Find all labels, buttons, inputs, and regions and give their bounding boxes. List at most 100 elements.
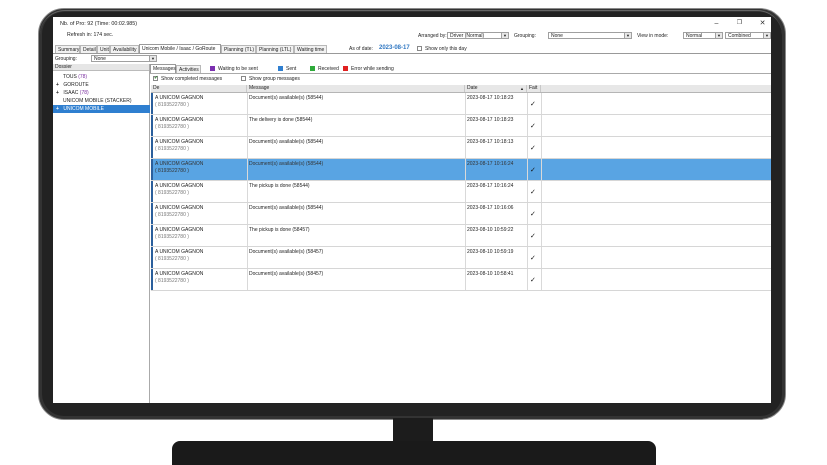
tab-detail[interactable]: Detail xyxy=(80,45,97,53)
table-row[interactable]: A UNICOM GAGNON( 8193522780 ) Document(s)… xyxy=(151,269,771,291)
combined-select[interactable]: Combined ▼ xyxy=(725,32,771,39)
show-only-day-checkbox[interactable] xyxy=(417,46,422,51)
column-divider xyxy=(541,115,542,136)
close-icon[interactable]: ✕ xyxy=(758,19,767,28)
left-grouping-select[interactable]: None ▼ xyxy=(91,55,157,62)
refresh-countdown: Refresh in: 174 sec. xyxy=(67,32,114,38)
column-divider xyxy=(527,93,528,114)
column-divider xyxy=(541,225,542,246)
sender-name: A UNICOM GAGNON xyxy=(155,205,204,211)
column-divider xyxy=(541,247,542,268)
tab-waiting-time[interactable]: Waiting time xyxy=(294,45,327,53)
legend-label: Sent xyxy=(286,66,297,72)
view-mode-select[interactable]: Normal ▼ xyxy=(683,32,723,39)
cell-message: The pickup is done (58544) xyxy=(249,183,310,189)
table-row[interactable]: A UNICOM GAGNON( 8193522780 ) Document(s)… xyxy=(151,137,771,159)
tree-item-count: (78) xyxy=(79,90,89,96)
checkmark-icon: ✓ xyxy=(530,211,536,218)
show-completed-checkbox[interactable] xyxy=(153,75,158,81)
checkmark-icon: ✓ xyxy=(530,101,536,108)
table-row[interactable]: A UNICOM GAGNON( 8193522780 ) The deliver… xyxy=(151,115,771,137)
legend-sent: Sent xyxy=(278,66,296,72)
grouping-select[interactable]: None ▼ xyxy=(548,32,632,39)
expand-icon[interactable]: + xyxy=(56,105,62,113)
cell-message: Document(s) available(s) (58457) xyxy=(249,249,324,255)
dossier-tree: Dossier TOUS (78) + GOROUTE + ISAAC (78)… xyxy=(53,64,152,403)
column-divider xyxy=(527,137,528,158)
column-divider xyxy=(541,137,542,158)
chevron-down-icon: ▼ xyxy=(624,33,631,38)
sort-asc-icon: ▲ xyxy=(520,86,524,91)
tree-item-unicom-mobile[interactable]: + UNICOM MOBILE xyxy=(53,105,152,113)
tab-availability[interactable]: Availability xyxy=(110,45,139,53)
chevron-down-icon: ▼ xyxy=(715,33,722,38)
checkmark-icon: ✓ xyxy=(530,123,536,130)
legend-error: Error while sending xyxy=(343,66,394,72)
column-divider xyxy=(527,115,528,136)
toolbar: Refresh in: 174 sec. Arranged by: Driver… xyxy=(53,30,771,40)
tab-planning-ltl[interactable]: Planning (LTL) xyxy=(256,45,294,53)
tab-planning-tl[interactable]: Planning (TL) xyxy=(221,45,256,53)
table-row[interactable]: A UNICOM GAGNON( 8193522780 ) The pickup … xyxy=(151,181,771,203)
cell-message: Document(s) available(s) (58544) xyxy=(249,205,324,211)
column-divider xyxy=(527,181,528,202)
chevron-down-icon: ▼ xyxy=(763,33,770,38)
checkmark-icon: ✓ xyxy=(530,277,536,284)
grouping-value: None xyxy=(551,33,563,39)
table-row[interactable]: A UNICOM GAGNON( 8193522780 ) Document(s)… xyxy=(151,203,771,225)
as-of-date[interactable]: 2023-08-17 xyxy=(379,45,410,51)
tab-activities[interactable]: Activities xyxy=(176,65,201,73)
expand-icon[interactable]: + xyxy=(56,81,62,89)
message-options: Show completed messages Show group messa… xyxy=(150,74,771,82)
column-divider xyxy=(541,269,542,290)
show-group-checkbox[interactable] xyxy=(241,76,246,81)
sender-phone: ( 8193522780 ) xyxy=(155,124,189,130)
arranged-by-value: Driver (Normal) xyxy=(450,33,485,39)
tab-summary[interactable]: Summary xyxy=(55,45,80,53)
column-divider xyxy=(541,203,542,224)
sender-phone: ( 8193522780 ) xyxy=(155,146,189,152)
legend-waiting: Waiting to be sent xyxy=(210,66,258,72)
tree-item-unicom-stacker[interactable]: UNICOM MOBILE (STACKER) xyxy=(53,97,159,105)
combined-value: Combined xyxy=(728,33,751,39)
cell-message: The pickup is done (58457) xyxy=(249,227,310,233)
maximize-icon[interactable]: ❐ xyxy=(735,19,744,28)
tab-unicom-mobile[interactable]: Unicom Mobile / Isaac / GoRoute xyxy=(139,44,221,53)
tabs-divider xyxy=(53,53,771,54)
expand-icon[interactable]: + xyxy=(56,89,62,97)
sender-name: A UNICOM GAGNON xyxy=(155,183,204,189)
col-header-done[interactable]: Fait xyxy=(527,85,541,92)
tree-item-isaac[interactable]: + ISAAC (78) xyxy=(53,89,152,97)
monitor-stand-base xyxy=(172,441,656,465)
sender-name: A UNICOM GAGNON xyxy=(155,95,204,101)
chevron-down-icon: ▼ xyxy=(149,56,156,61)
tree-item-goroute[interactable]: + GOROUTE xyxy=(53,81,152,89)
col-header-message[interactable]: Message xyxy=(247,85,465,92)
cell-date: 2023-08-10 10:59:22 xyxy=(467,227,514,233)
show-group-label: Show group messages xyxy=(249,76,300,82)
table-row[interactable]: A UNICOM GAGNON( 8193522780 ) Document(s)… xyxy=(151,247,771,269)
legend-label: Error while sending xyxy=(351,66,394,72)
as-of-label: As of date: xyxy=(349,46,373,52)
col-header-from[interactable]: De xyxy=(151,85,247,92)
legend-swatch xyxy=(278,66,283,71)
tree-item-label: TOUS xyxy=(63,74,77,80)
tab-messages[interactable]: Messages xyxy=(150,64,176,73)
arranged-by-select[interactable]: Driver (Normal) ▼ xyxy=(447,32,509,39)
minimize-icon[interactable]: – xyxy=(712,19,721,28)
table-row[interactable]: A UNICOM GAGNON( 8193522780 ) Document(s)… xyxy=(151,159,771,181)
tree-item-label: GOROUTE xyxy=(63,82,89,88)
col-header-date[interactable]: Date xyxy=(465,85,527,92)
tree-item-tous[interactable]: TOUS (78) xyxy=(53,73,159,81)
cell-date: 2023-08-17 10:16:24 xyxy=(467,161,514,167)
column-divider xyxy=(541,93,542,114)
grouping-label: Grouping: xyxy=(514,33,536,39)
tab-unit[interactable]: Unit xyxy=(97,45,110,53)
table-row[interactable]: A UNICOM GAGNON( 8193522780 ) Document(s)… xyxy=(151,93,771,115)
legend-label: Waiting to be sent xyxy=(218,66,258,72)
table-row[interactable]: A UNICOM GAGNON( 8193522780 ) The pickup … xyxy=(151,225,771,247)
sender-phone: ( 8193522780 ) xyxy=(155,256,189,262)
cell-from: A UNICOM GAGNON( 8193522780 ) xyxy=(153,161,247,174)
sender-phone: ( 8193522780 ) xyxy=(155,234,189,240)
cell-from: A UNICOM GAGNON( 8193522780 ) xyxy=(153,227,247,240)
